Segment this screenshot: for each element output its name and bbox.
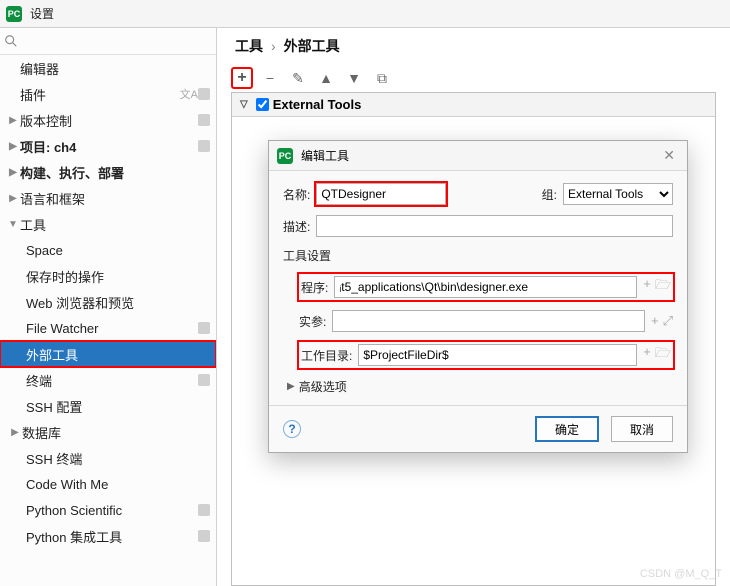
modified-icon bbox=[198, 140, 210, 152]
program-label: 程序: bbox=[301, 279, 328, 296]
modified-icon bbox=[198, 530, 210, 542]
copy-button[interactable]: ⧉ bbox=[371, 67, 393, 89]
description-label: 描述: bbox=[283, 218, 310, 235]
cancel-button[interactable]: 取消 bbox=[611, 416, 673, 442]
dialog-titlebar: PC 编辑工具 ✕ bbox=[269, 141, 687, 171]
description-row: 描述: bbox=[283, 215, 673, 237]
description-input[interactable] bbox=[316, 215, 673, 237]
modified-icon bbox=[198, 114, 210, 126]
working-dir-row: 工作目录: +🗁 bbox=[299, 342, 673, 368]
help-button[interactable]: ? bbox=[283, 420, 301, 438]
app-icon: PC bbox=[277, 148, 293, 164]
chevron-right-icon: ▶ bbox=[6, 193, 20, 204]
tree-sub-save-actions[interactable]: 保存时的操作 bbox=[0, 263, 216, 289]
tree-sub-file-watcher[interactable]: File Watcher bbox=[0, 315, 216, 341]
working-dir-label: 工作目录: bbox=[301, 347, 352, 364]
app-icon: PC bbox=[6, 6, 22, 22]
name-label: 名称: bbox=[283, 186, 310, 203]
chevron-right-icon: ▶ bbox=[6, 115, 20, 126]
breadcrumb: 工具 › 外部工具 bbox=[217, 28, 730, 64]
group-select[interactable]: External Tools bbox=[563, 183, 673, 205]
ok-button[interactable]: 确定 bbox=[535, 416, 599, 442]
close-icon[interactable]: ✕ bbox=[659, 147, 679, 164]
move-up-button[interactable]: ▲ bbox=[315, 67, 337, 89]
tree-sub-space[interactable]: Space bbox=[0, 237, 216, 263]
tree-sub-python-integrated[interactable]: Python 集成工具 bbox=[0, 523, 216, 549]
tools-group-row[interactable]: ▽ External Tools bbox=[232, 93, 715, 117]
advanced-options-toggle[interactable]: ▶ 高级选项 bbox=[283, 378, 673, 395]
breadcrumb-part: 工具 bbox=[235, 36, 263, 56]
search-input[interactable] bbox=[18, 32, 212, 50]
insert-macro-icon[interactable]: + bbox=[651, 313, 659, 329]
tree-sub-ssh-config[interactable]: SSH 配置 bbox=[0, 393, 216, 419]
list-toolbar: + − ✎ ▲ ▼ ⧉ bbox=[217, 64, 730, 92]
move-down-button[interactable]: ▼ bbox=[343, 67, 365, 89]
tree-sub-web-browsers[interactable]: Web 浏览器和预览 bbox=[0, 289, 216, 315]
arguments-row: 实参: +⤢ bbox=[299, 310, 673, 332]
tree-item-project[interactable]: ▶项目: ch4 bbox=[0, 133, 216, 159]
group-label: External Tools bbox=[273, 97, 362, 112]
expand-icon[interactable]: ⤢ bbox=[663, 313, 673, 329]
name-input[interactable] bbox=[316, 183, 446, 205]
dialog-title: 编辑工具 bbox=[301, 147, 659, 164]
tree-sub-database[interactable]: ▶数据库 bbox=[0, 419, 216, 445]
chevron-right-icon: ▶ bbox=[287, 381, 295, 392]
tree-sub-code-with-me[interactable]: Code With Me bbox=[0, 471, 216, 497]
tree-item-vcs[interactable]: ▶版本控制 bbox=[0, 107, 216, 133]
tree-item-plugins[interactable]: 插件文A bbox=[0, 81, 216, 107]
chevron-down-icon: ▼ bbox=[6, 219, 20, 230]
chevron-down-icon: ▽ bbox=[240, 99, 248, 110]
remove-button[interactable]: − bbox=[259, 67, 281, 89]
modified-icon bbox=[198, 322, 210, 334]
settings-tree: 编辑器 插件文A ▶版本控制 ▶项目: ch4 ▶构建、执行、部署 ▶语言和框架… bbox=[0, 55, 216, 586]
tree-sub-python-scientific[interactable]: Python Scientific bbox=[0, 497, 216, 523]
modified-icon bbox=[198, 504, 210, 516]
browse-icon[interactable]: 🗁 bbox=[655, 344, 671, 366]
name-row: 名称: 组: External Tools bbox=[283, 183, 673, 205]
program-row: 程序: +🗁 bbox=[299, 274, 673, 300]
arguments-input[interactable] bbox=[332, 310, 645, 332]
modified-icon bbox=[198, 88, 210, 100]
chevron-right-icon: ▶ bbox=[6, 141, 20, 152]
program-input[interactable] bbox=[334, 276, 637, 298]
modified-icon bbox=[198, 374, 210, 386]
breadcrumb-part: 外部工具 bbox=[284, 36, 340, 56]
chevron-right-icon: ▶ bbox=[8, 427, 22, 438]
tree-sub-terminal[interactable]: 终端 bbox=[0, 367, 216, 393]
arguments-label: 实参: bbox=[299, 313, 326, 330]
insert-macro-icon[interactable]: + bbox=[643, 344, 651, 366]
tree-sub-external-tools[interactable]: 外部工具 bbox=[0, 341, 216, 367]
browse-icon[interactable]: 🗁 bbox=[655, 276, 671, 298]
tool-settings-label: 工具设置 bbox=[283, 247, 673, 264]
watermark: CSDN @M_Q_T bbox=[640, 568, 722, 580]
insert-macro-icon[interactable]: + bbox=[643, 276, 651, 298]
window-title: 设置 bbox=[30, 5, 54, 22]
tree-item-editor[interactable]: 编辑器 bbox=[0, 55, 216, 81]
tree-item-languages[interactable]: ▶语言和框架 bbox=[0, 185, 216, 211]
edit-tool-dialog: PC 编辑工具 ✕ 名称: 组: External Tools 描述: 工具设置… bbox=[268, 140, 688, 453]
search-box[interactable] bbox=[0, 28, 216, 55]
working-dir-input[interactable] bbox=[358, 344, 637, 366]
chevron-right-icon: ▶ bbox=[6, 167, 20, 178]
search-icon bbox=[4, 34, 18, 48]
add-button[interactable]: + bbox=[231, 67, 253, 89]
settings-sidebar: 编辑器 插件文A ▶版本控制 ▶项目: ch4 ▶构建、执行、部署 ▶语言和框架… bbox=[0, 28, 217, 586]
tree-sub-ssh-terminal[interactable]: SSH 终端 bbox=[0, 445, 216, 471]
group-label: 组: bbox=[542, 186, 557, 203]
window-titlebar: PC 设置 bbox=[0, 0, 730, 28]
tree-item-build[interactable]: ▶构建、执行、部署 bbox=[0, 159, 216, 185]
group-checkbox[interactable] bbox=[256, 98, 269, 111]
breadcrumb-sep: › bbox=[271, 38, 276, 54]
edit-button[interactable]: ✎ bbox=[287, 67, 309, 89]
tree-item-tools[interactable]: ▼工具 bbox=[0, 211, 216, 237]
